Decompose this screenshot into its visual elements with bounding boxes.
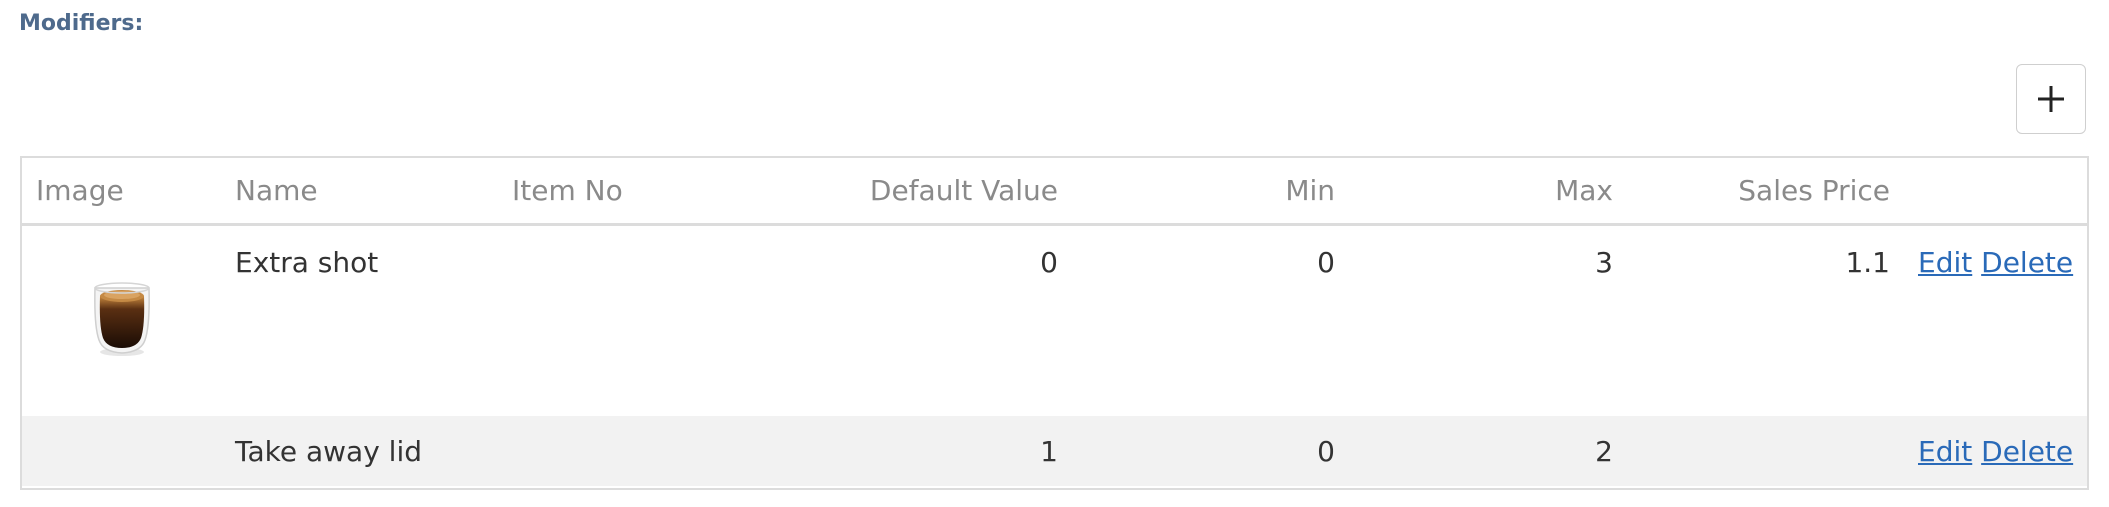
column-header-item-no: Item No (512, 173, 623, 207)
column-header-name: Name (235, 173, 318, 207)
min-cell: 0 (1317, 245, 1335, 279)
default-value-cell: 0 (1040, 245, 1058, 279)
actions-cell: Edit Delete (1904, 224, 2087, 416)
column-header-actions (1904, 158, 2087, 224)
delete-link[interactable]: Delete (1981, 435, 2073, 468)
modifiers-table: Image Name Item No Default Value Min Max… (20, 156, 2089, 490)
column-header-image: Image (36, 173, 124, 207)
min-cell: 0 (1317, 434, 1335, 468)
default-value-cell: 1 (1040, 434, 1058, 468)
sales-price-cell (1627, 416, 1904, 486)
delete-link[interactable]: Delete (1981, 246, 2073, 279)
add-modifier-button[interactable] (2016, 64, 2086, 134)
plus-icon (2038, 86, 2064, 112)
column-header-default-value: Default Value (869, 173, 1058, 207)
name-cell: Extra shot (235, 245, 379, 279)
edit-link[interactable]: Edit (1918, 246, 1972, 279)
espresso-cup-image (93, 282, 150, 357)
column-header-min: Min (1285, 173, 1335, 207)
max-cell: 2 (1595, 434, 1613, 468)
sales-price-cell: 1.1 (1845, 245, 1890, 279)
column-header-max: Max (1555, 173, 1613, 207)
actions-cell: Edit Delete (1904, 416, 2087, 486)
table-row: Take away lid 1 0 2 Edit Delete (22, 416, 2087, 486)
item-no-cell (498, 416, 733, 486)
edit-link[interactable]: Edit (1918, 435, 1972, 468)
section-title: Modifiers: (19, 11, 144, 36)
column-header-sales-price: Sales Price (1738, 173, 1890, 207)
image-cell (22, 224, 221, 416)
table-header-row: Image Name Item No Default Value Min Max… (22, 158, 2087, 224)
table-row: Extra shot 0 0 3 1.1 Edit Delete (22, 224, 2087, 416)
max-cell: 3 (1595, 245, 1613, 279)
item-no-cell (498, 224, 733, 416)
image-cell (22, 416, 221, 486)
name-cell: Take away lid (235, 434, 422, 468)
